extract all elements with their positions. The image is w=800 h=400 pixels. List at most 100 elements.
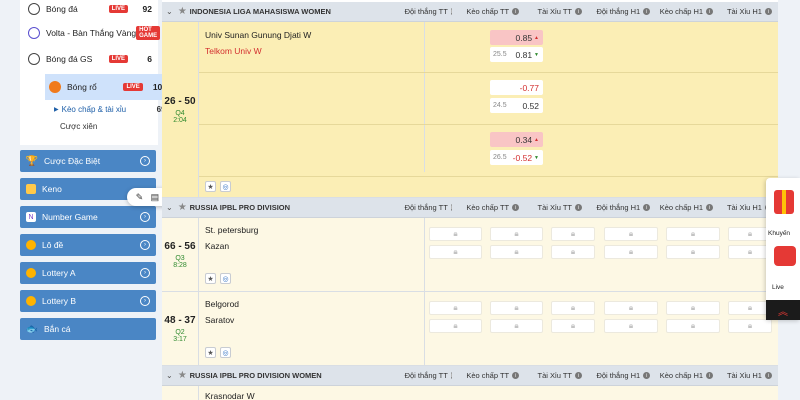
lock-icon: 🔒︎	[429, 319, 482, 333]
column-header: Đội thắng TT i	[404, 203, 452, 212]
target-icon[interactable]: ◎	[220, 347, 231, 358]
category-lottery-b[interactable]: Lottery B ›	[20, 290, 156, 312]
lock-icon: 🔒︎	[490, 227, 543, 241]
live-badge: LIVE	[108, 55, 128, 63]
column-header: Đội thắng H1 i	[595, 371, 652, 380]
league-name: RUSSIA IPBL PRO DIVISION	[189, 203, 291, 212]
chevron-down-icon[interactable]: ⌄	[166, 7, 178, 16]
lock-icon: 🔒︎	[551, 227, 595, 241]
star-icon[interactable]: ★	[205, 181, 216, 192]
column-header: Tài Xỉu H1i	[721, 371, 778, 380]
sport-item-bong-ro[interactable]: Bóng rổ LIVE 100	[45, 74, 173, 100]
column-header: Kèo chấp H1 i	[658, 371, 715, 380]
star-icon[interactable]: ★	[178, 370, 190, 381]
lock-icon: 🔒︎	[666, 227, 720, 241]
lock-icon: 🔒︎	[604, 319, 658, 333]
sport-name: Bóng đá	[46, 4, 78, 14]
sport-name: Bóng rổ	[67, 82, 97, 92]
column-header: Tài Xỉu TT i	[533, 7, 587, 16]
info-icon: i	[764, 8, 772, 15]
odds-button[interactable]: 0.34 ▲	[490, 132, 543, 147]
target-icon[interactable]: ◎	[220, 273, 231, 284]
info-icon: i	[450, 372, 452, 379]
up-arrow-icon: ▲	[534, 34, 539, 41]
live-chat-icon[interactable]	[774, 246, 796, 266]
document-icon[interactable]: ▤	[151, 192, 160, 203]
handicap-line: 25.5	[493, 51, 507, 58]
home-team: St. petersburg	[205, 225, 259, 235]
chevron-right-icon: ›	[140, 212, 150, 222]
lottery-ball-icon	[26, 240, 36, 250]
league-header[interactable]: ⌄ ★ RUSSIA IPBL PRO DIVISION Đội thắng T…	[162, 198, 778, 218]
league-header[interactable]: ⌄ ★ RUSSIA IPBL PRO DIVISION WOMEN Đội t…	[162, 366, 778, 386]
category-number-game[interactable]: N Number Game ›	[20, 206, 156, 228]
odds-button[interactable]: -0.77	[490, 80, 543, 95]
match-actions: ★ ◎	[205, 347, 231, 358]
column-header: Tài Xỉu TT i	[533, 371, 587, 380]
star-icon[interactable]: ★	[178, 6, 190, 17]
match-score: 26 - 50	[164, 96, 196, 107]
info-icon: i	[764, 372, 772, 379]
league-name: INDONESIA LIGA MAHASISWA WOMEN	[189, 7, 331, 16]
handicap-line: 24.5	[493, 102, 507, 109]
away-team: Saratov	[205, 315, 235, 325]
info-icon: i	[450, 204, 452, 211]
soccer-ball-icon	[28, 3, 40, 15]
divider	[424, 22, 425, 172]
pencil-icon[interactable]: ✎	[136, 192, 144, 203]
basketball-icon	[49, 81, 61, 93]
sport-item-bong-da-gs[interactable]: Bóng đá GS LIVE 6	[20, 46, 158, 72]
lock-icon: 🔒︎	[666, 319, 720, 333]
down-arrow-icon: ▼	[534, 51, 539, 58]
scroll-top-icon[interactable]: ︽	[766, 300, 800, 320]
category-ban-ca[interactable]: 🐟 Bắn cá	[20, 318, 156, 340]
lock-icon: 🔒︎	[666, 245, 720, 259]
sport-item-volta[interactable]: Volta - Bàn Thắng Vàng HOT GAME	[20, 20, 161, 46]
odds-button[interactable]: 0.85 ▲	[490, 30, 543, 45]
lock-icon: 🔒︎	[429, 245, 482, 259]
home-team: Belgorod	[205, 299, 240, 309]
category-cuoc-dac-biet[interactable]: 🏆 Cược Đặc Biệt ›	[20, 150, 156, 172]
sport-count: 92	[142, 4, 152, 14]
chevron-down-icon[interactable]: ⌄	[166, 203, 178, 212]
lock-icon: 🔒︎	[728, 319, 772, 333]
odds-button[interactable]: 26.5 -0.52 ▼	[490, 150, 543, 165]
league-header[interactable]: ⌄ ★ INDONESIA LIGA MAHASISWA WOMEN Đội t…	[162, 2, 778, 22]
promo-panel[interactable]: Khuyến Live ︽	[766, 178, 800, 320]
star-icon[interactable]: ★	[205, 273, 216, 284]
column-header: Tài Xỉu TT i	[533, 203, 587, 212]
hot-game-badge: HOT GAME	[136, 26, 161, 40]
sub-item-label: Cược xiên	[60, 121, 98, 131]
sub-item-keo-chap[interactable]: ▶ Kèo chấp & tài xỉu 691	[54, 100, 170, 118]
odds-button[interactable]: 24.5 0.52	[490, 98, 543, 113]
handicap-line: 26.5	[493, 154, 507, 161]
column-header: Đội thắng H1 i	[595, 7, 652, 16]
odds-button[interactable]: 25.5 0.81 ▼	[490, 47, 543, 62]
caret-right-icon: ▶	[54, 106, 59, 113]
score-cell	[162, 386, 199, 400]
info-icon: i	[512, 8, 520, 15]
sport-item-bong-da[interactable]: Bóng đá LIVE 92	[20, 0, 158, 22]
category-lottery-a[interactable]: Lottery A ›	[20, 262, 156, 284]
lock-icon: 🔒︎	[604, 227, 658, 241]
match-actions: ★ ◎	[205, 273, 231, 284]
sub-item-cuoc-xien[interactable]: Cược xiên	[54, 117, 170, 135]
gift-icon[interactable]	[774, 190, 794, 214]
info-icon: i	[706, 372, 714, 379]
match-score: 48 - 37	[164, 315, 196, 326]
live-badge: LIVE	[108, 5, 128, 13]
chevron-down-icon[interactable]: ⌄	[166, 371, 178, 380]
divider	[424, 292, 425, 366]
category-label: Bắn cá	[44, 324, 71, 334]
category-label: Number Game	[42, 212, 98, 222]
score-cell: 26 - 50 Q4 2:04	[162, 22, 199, 198]
lock-icon: 🔒︎	[604, 301, 658, 315]
home-team: Krasnodar W	[205, 391, 255, 400]
category-lo-de[interactable]: Lô đề ›	[20, 234, 156, 256]
chevron-right-icon: ›	[140, 268, 150, 278]
target-icon[interactable]: ◎	[220, 181, 231, 192]
chevron-right-icon: ›	[140, 240, 150, 250]
match-quarter: Q4	[175, 110, 185, 117]
star-icon[interactable]: ★	[205, 347, 216, 358]
star-icon[interactable]: ★	[178, 202, 190, 213]
